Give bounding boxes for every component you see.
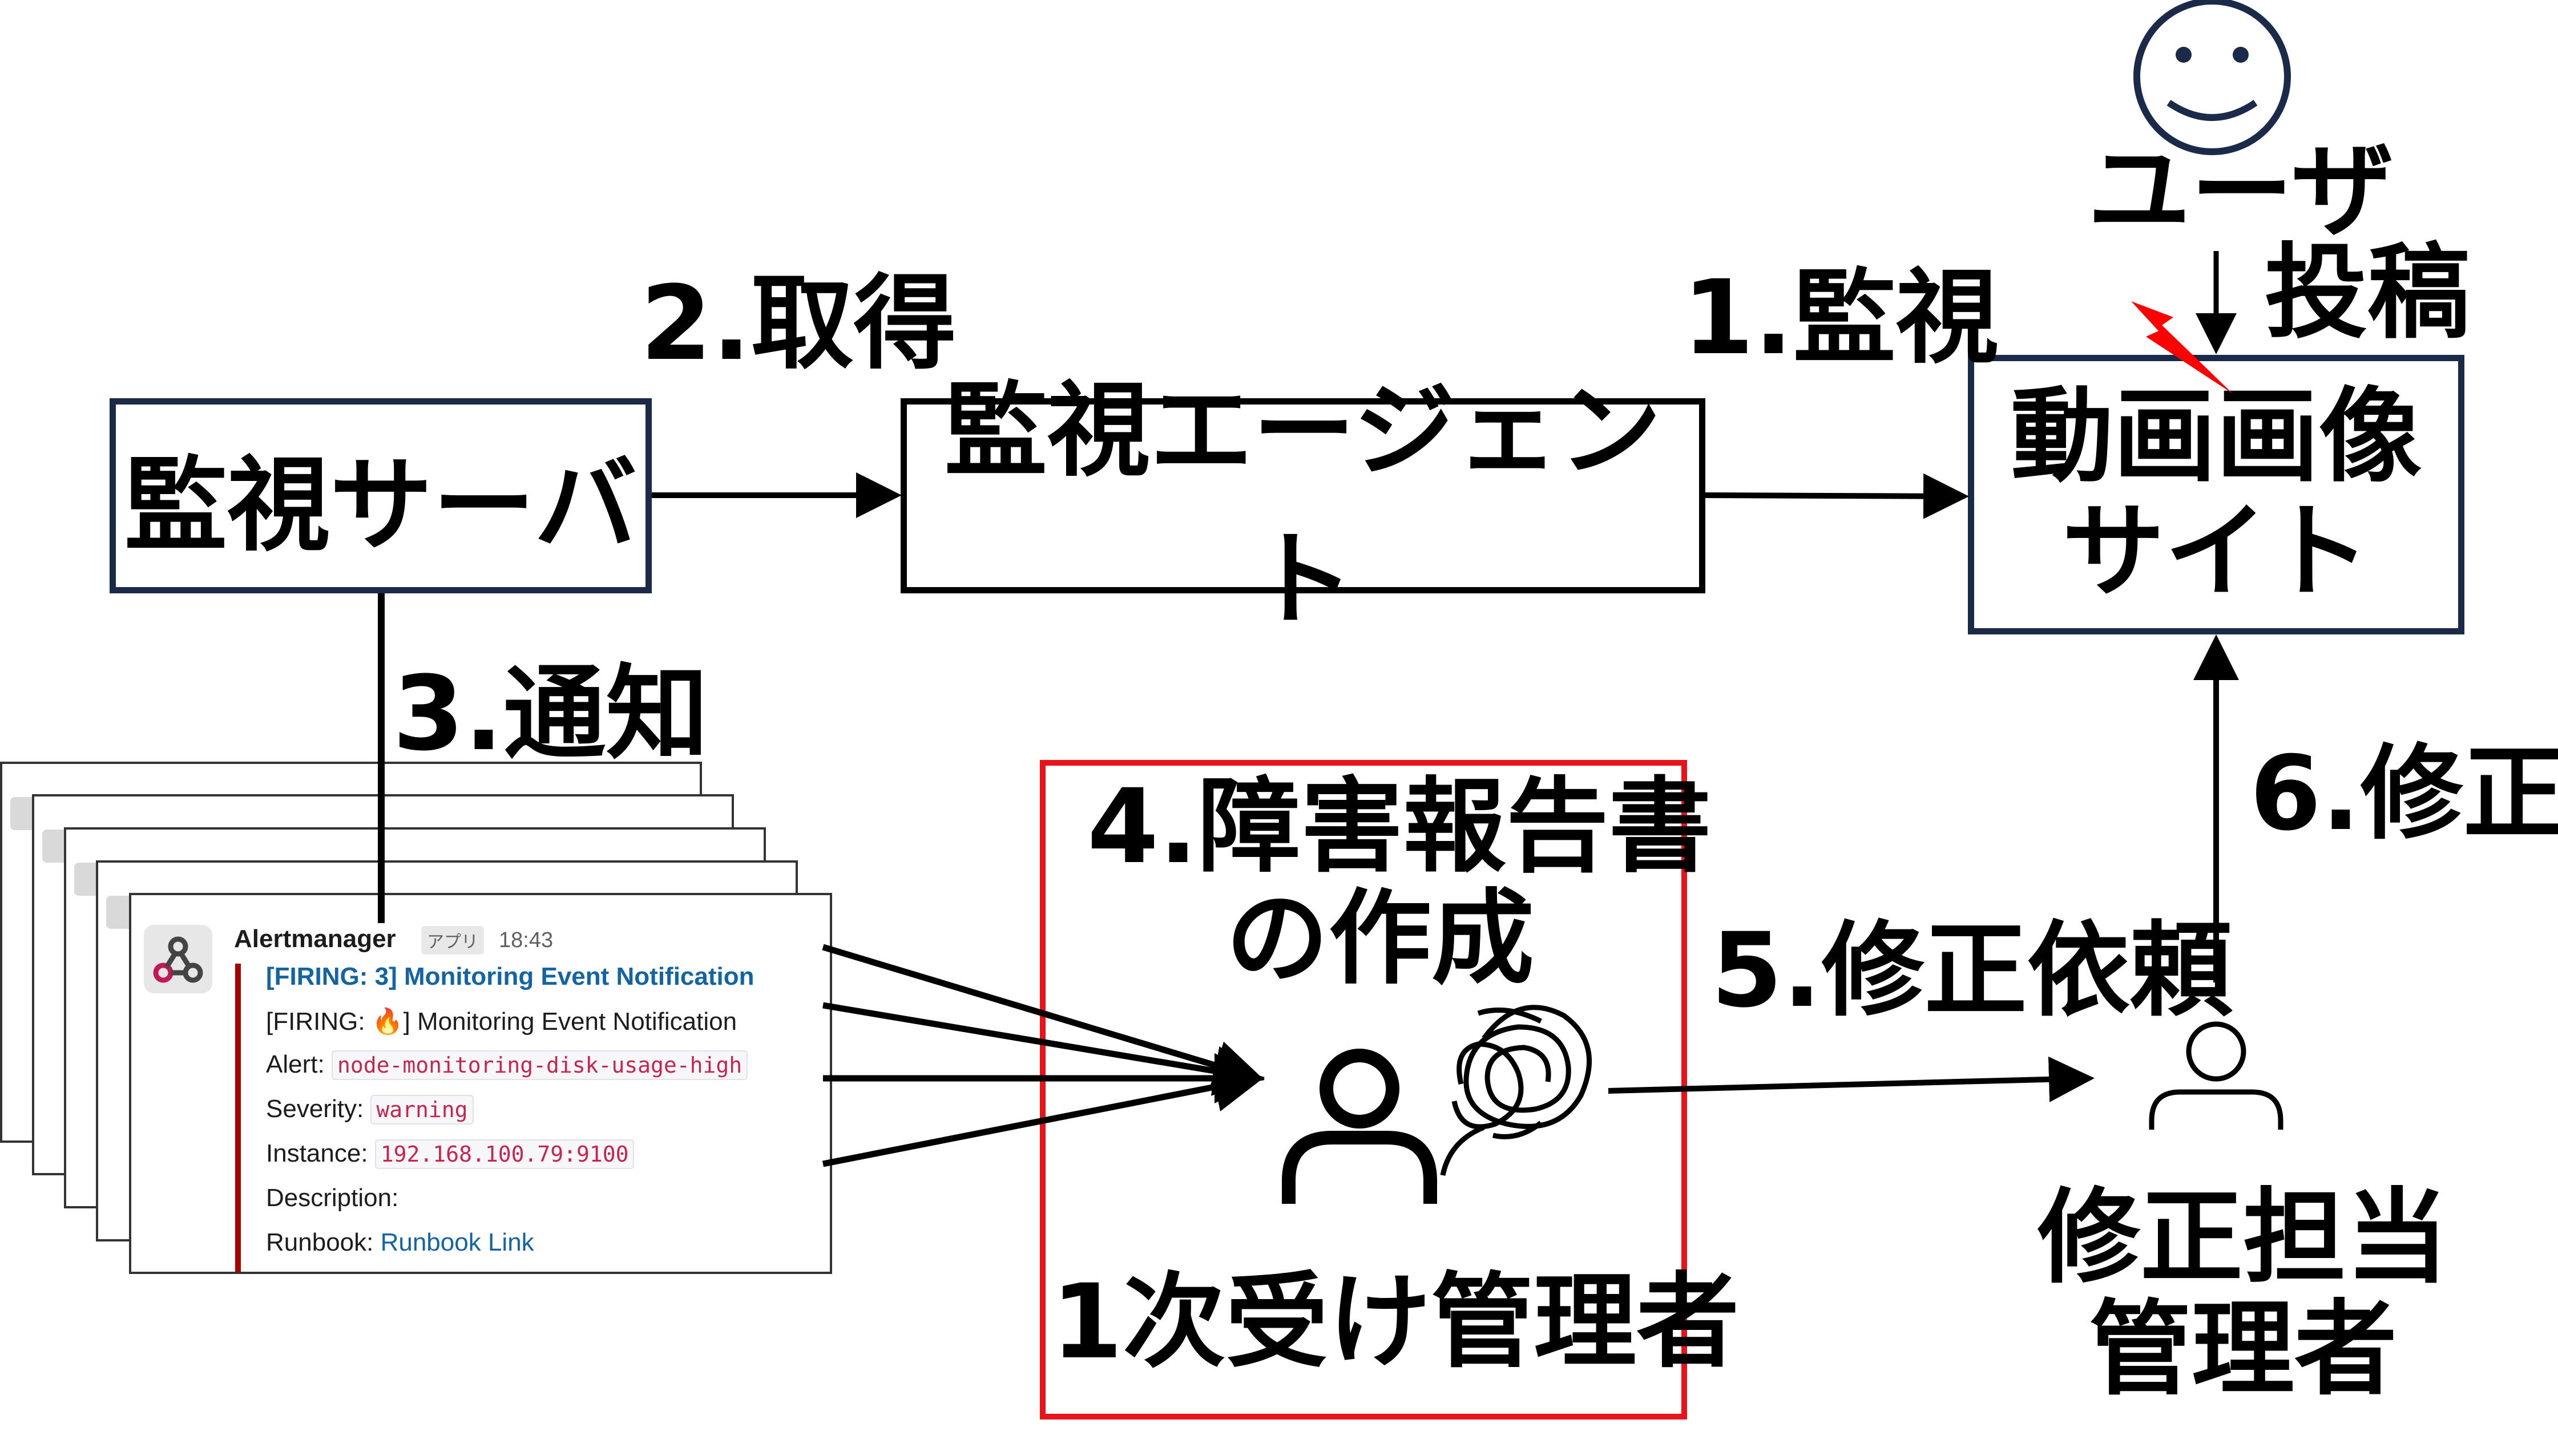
first-admin-label: 1次受け管理者 [1051,1263,1740,1382]
fix-admin-person-icon [2149,1021,2283,1130]
first-admin-person-icon [1282,1049,1437,1204]
smiley-user-icon [2133,0,2291,155]
step2-fetch-label: 2.取得 [640,264,957,383]
step4-report-label-line2: の作成 [1226,879,1535,998]
step3-notify-label: 3.通知 [393,654,709,774]
fix-admin-label-line1: 修正担当 [2037,1178,2449,1297]
step6-fix-label: 6.修正 [2250,734,2558,854]
scribble-thought-icon [1440,1005,1592,1176]
post-label: 投稿 [2265,233,2471,353]
step5-fix-request-label: 5.修正依頼 [1711,911,2233,1030]
fix-admin-label-line2: 管理者 [2089,1290,2398,1409]
step4-report-label-line1: 4.障害報告書 [1087,767,1712,887]
user-label: ユーザ [2088,132,2394,251]
step1-monitor-label: 1.監視 [1683,258,1999,378]
